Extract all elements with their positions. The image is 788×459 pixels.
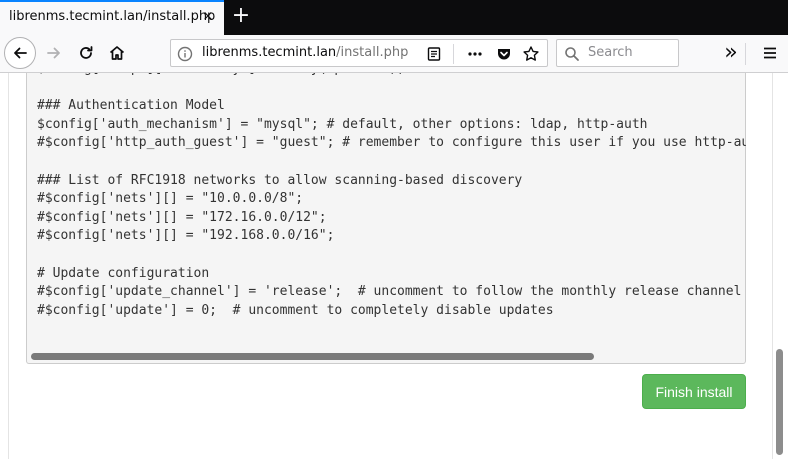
search-input[interactable]: Search: [556, 39, 679, 67]
tab-install-php[interactable]: librenms.tecmint.lan/install.php ×: [0, 0, 224, 35]
search-placeholder: Search: [588, 45, 633, 60]
url-text[interactable]: librenms.tecmint.lan/install.php: [202, 45, 408, 60]
pocket-icon[interactable]: [493, 43, 515, 65]
code-line: # Update configuration: [37, 265, 210, 281]
bookmark-star-icon[interactable]: [520, 43, 542, 65]
finish-install-button[interactable]: Finish install: [642, 374, 746, 409]
page-viewport: $config['snmp']['community'] = array("pu…: [0, 73, 788, 459]
code-line: #$config['nets'][] = "10.0.0.0/8";: [37, 191, 304, 207]
tab-title: librenms.tecmint.lan/install.php: [9, 9, 216, 24]
back-arrow-icon: [14, 47, 27, 59]
url-path: /install.php: [336, 45, 409, 60]
site-info-icon[interactable]: [177, 46, 193, 66]
reader-view-icon[interactable]: [423, 43, 445, 65]
code-line: #$config['nets'][] = "172.16.0.0/12";: [37, 209, 327, 225]
page-actions-icon[interactable]: [464, 43, 486, 65]
code-horizontal-scrollbar[interactable]: [31, 353, 594, 360]
code-line: #$config['nets'][] = "192.168.0.0/16";: [37, 228, 335, 244]
home-button[interactable]: [102, 38, 132, 68]
url-bar-separator: [453, 44, 454, 64]
nav-toolbar: librenms.tecmint.lan/install.php Search …: [0, 35, 788, 73]
home-icon: [109, 46, 125, 60]
back-button[interactable]: [4, 37, 36, 69]
config-code-block: $config['snmp']['community'] = array("pu…: [37, 73, 746, 320]
double-chevron-icon: »: [724, 40, 738, 65]
hamburger-menu-button[interactable]: [755, 38, 785, 68]
code-line: #$config['http_auth_guest'] = "guest"; #…: [37, 135, 746, 151]
search-icon: [564, 46, 580, 66]
overflow-menu-button[interactable]: »: [716, 38, 746, 68]
code-line: ### Authentication Model: [37, 98, 225, 114]
reload-icon: [80, 46, 93, 59]
new-tab-icon[interactable]: +: [230, 5, 252, 27]
tab-close-icon[interactable]: ×: [200, 9, 216, 25]
tab-strip: librenms.tecmint.lan/install.php × +: [0, 0, 788, 35]
reload-button[interactable]: [71, 38, 101, 68]
code-line: $config['auth_mechanism'] = "mysql"; # d…: [37, 116, 648, 132]
code-line: #$config['update'] = 0; # uncomment to c…: [37, 302, 554, 318]
code-line: #$config['update_channel'] = 'release'; …: [37, 284, 742, 300]
page-vertical-scrollbar[interactable]: [776, 349, 783, 455]
hamburger-icon: [764, 47, 776, 59]
forward-button[interactable]: [39, 38, 69, 68]
toolbar-separator: [745, 43, 746, 65]
code-line: ### List of RFC1918 networks to allow sc…: [37, 172, 523, 188]
url-host: librenms.tecmint.lan: [202, 45, 337, 60]
url-bar[interactable]: librenms.tecmint.lan/install.php: [170, 39, 548, 67]
forward-arrow-icon: [47, 47, 60, 59]
